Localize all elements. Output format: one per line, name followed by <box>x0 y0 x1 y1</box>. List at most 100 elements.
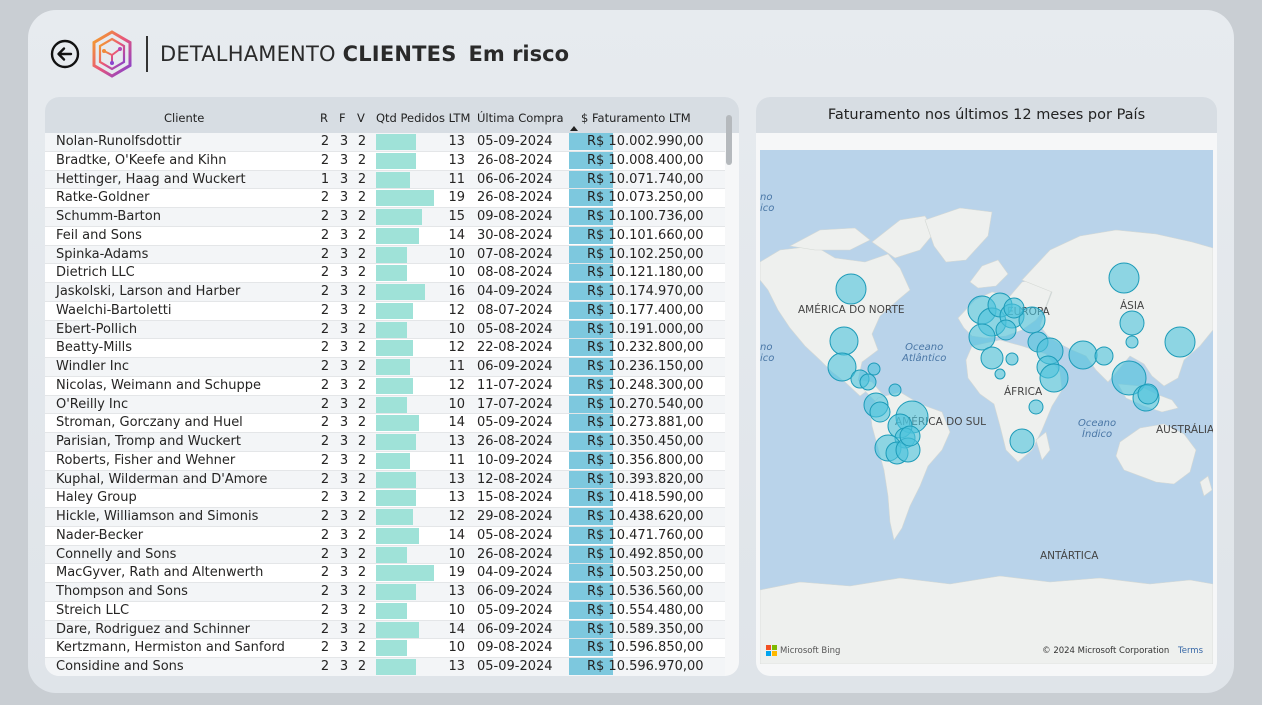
cell-ultima-compra: 22-08-2024 <box>477 340 553 356</box>
cell-v: 2 <box>357 434 367 449</box>
cell-v: 2 <box>357 152 367 168</box>
cell-faturamento: R$ 10.471.760,00 <box>587 527 704 543</box>
table-row[interactable]: MacGyver, Rath and Altenwerth 2 3 2 19 04-09-… <box>45 564 725 583</box>
copyright-text: © 2024 Microsoft Corporation <box>1042 646 1170 656</box>
cell-f: 3 <box>339 659 349 674</box>
table-row[interactable]: Feil and Sons 2 3 2 14 30-08-2024 R$ 10.101.66… <box>45 226 725 246</box>
cell-qtd: 14 <box>448 227 465 243</box>
table-row[interactable]: Nader-Becker 2 3 2 14 05-08-2024 R$ 10.471.760… <box>45 526 725 546</box>
country-bubble[interactable] <box>1039 363 1069 393</box>
cell-ultima-compra: 26-08-2024 <box>477 190 553 206</box>
cell-qtd: 13 <box>448 471 465 487</box>
country-bubble[interactable] <box>1164 326 1196 358</box>
cell-f: 3 <box>339 584 349 599</box>
cell-ultima-compra: 09-08-2024 <box>477 640 553 656</box>
cell-qtd: 13 <box>448 434 465 449</box>
country-bubble[interactable] <box>835 273 867 305</box>
country-bubble[interactable] <box>1094 346 1114 366</box>
table-row[interactable]: Ebert-Pollich 2 3 2 10 05-08-2024 R$ 10.191.00… <box>45 320 725 340</box>
cell-v: 2 <box>357 302 367 318</box>
country-bubble[interactable] <box>1108 262 1140 294</box>
country-bubble[interactable] <box>1003 297 1025 319</box>
table-row[interactable]: Haley Group 2 3 2 13 15-08-2024 R$ 10.418.590,… <box>45 489 725 508</box>
col-header-f[interactable]: F <box>339 111 346 125</box>
country-bubble[interactable] <box>1125 335 1139 349</box>
cell-faturamento: R$ 10.174.970,00 <box>587 284 704 299</box>
country-bubble[interactable] <box>1137 383 1159 405</box>
cell-qtd: 11 <box>448 359 465 374</box>
table-row[interactable]: Nolan-Runolfsdottir 2 3 2 13 05-09-2024 R$ 10.… <box>45 133 725 152</box>
country-bubble[interactable] <box>829 326 859 356</box>
country-bubble[interactable] <box>994 368 1006 380</box>
country-bubble[interactable] <box>995 319 1017 341</box>
cell-f: 3 <box>339 227 349 243</box>
cell-qtd: 19 <box>448 565 465 581</box>
country-bubble[interactable] <box>968 323 996 351</box>
table-row[interactable]: Considine and Sons 2 3 2 13 05-09-2024 R$ 10.5… <box>45 658 725 676</box>
table-row[interactable]: Stroman, Gorczany and Huel 2 3 2 14 05-09-202… <box>45 414 725 433</box>
country-bubble[interactable] <box>1028 399 1044 415</box>
table-row[interactable]: O'Reilly Inc 2 3 2 10 17-07-2024 R$ 10.270.540… <box>45 395 725 415</box>
table-row[interactable]: Nicolas, Weimann and Schuppe 2 3 2 12 11-07-2… <box>45 376 725 396</box>
table-row[interactable]: Bradtke, O'Keefe and Kihn 2 3 2 13 26-08-2024… <box>45 151 725 171</box>
table-row[interactable]: Jaskolski, Larson and Harber 2 3 2 16 04-09-2… <box>45 283 725 302</box>
table-row[interactable]: Streich LLC 2 3 2 10 05-09-2024 R$ 10.554.480,… <box>45 601 725 621</box>
cell-cliente: Kuphal, Wilderman and D'Amore <box>56 471 268 487</box>
country-bubble[interactable] <box>1005 352 1019 366</box>
cell-cliente: Nolan-Runolfsdottir <box>56 134 182 149</box>
cell-v: 2 <box>357 584 367 599</box>
country-bubble[interactable] <box>1009 428 1035 454</box>
cell-cliente: Schumm-Barton <box>56 209 161 224</box>
table-row[interactable]: Connelly and Sons 2 3 2 10 26-08-2024 R$ 10.49… <box>45 545 725 565</box>
sort-ascending-icon[interactable] <box>570 126 578 131</box>
cell-faturamento: R$ 10.232.800,00 <box>587 340 704 356</box>
table-row[interactable]: Spinka-Adams 2 3 2 10 07-08-2024 R$ 10.102.250… <box>45 245 725 265</box>
map-panel: Faturamento nos últimos 12 meses por Paí… <box>756 97 1217 676</box>
table-row[interactable]: Beatty-Mills 2 3 2 12 22-08-2024 R$ 10.232.800… <box>45 339 725 358</box>
col-header-ultima-compra[interactable]: Última Compra <box>477 111 564 125</box>
microsoft-logo-icon <box>766 645 777 656</box>
country-bubble[interactable] <box>867 362 881 376</box>
table-row[interactable]: Hettinger, Haag and Wuckert 1 3 2 11 06-06-20… <box>45 170 725 190</box>
table-row[interactable]: Schumm-Barton 2 3 2 15 09-08-2024 R$ 10.100.73… <box>45 208 725 227</box>
table-row[interactable]: Kertzmann, Hermiston and Sanford 2 3 2 10 09-… <box>45 639 725 658</box>
bubble-map[interactable]: AMÉRICA DO NORTE AMÉRICA DO SUL EUROPA Á… <box>760 150 1213 664</box>
col-header-qtd[interactable]: Qtd Pedidos LTM <box>376 111 470 125</box>
table-row[interactable]: Waelchi-Bartoletti 2 3 2 12 08-07-2024 R$ 10.1… <box>45 301 725 321</box>
table-row[interactable]: Hickle, Williamson and Simonis 2 3 2 12 29-08… <box>45 508 725 527</box>
table-row[interactable]: Windler Inc 2 3 2 11 06-09-2024 R$ 10.236.150,… <box>45 358 725 377</box>
col-header-r[interactable]: R <box>320 111 328 125</box>
table-row[interactable]: Roberts, Fisher and Wehner 2 3 2 11 10-09-202… <box>45 451 725 471</box>
table-scrollbar[interactable] <box>726 115 732 165</box>
cell-faturamento: R$ 10.438.620,00 <box>587 509 704 524</box>
col-header-v[interactable]: V <box>357 111 365 125</box>
table-row[interactable]: Thompson and Sons 2 3 2 13 06-09-2024 R$ 10.53… <box>45 583 725 602</box>
cell-faturamento: R$ 10.002.990,00 <box>587 134 704 149</box>
table-row[interactable]: Kuphal, Wilderman and D'Amore 2 3 2 13 12-08-… <box>45 470 725 490</box>
terms-link[interactable]: Terms <box>1178 646 1203 656</box>
country-bubble[interactable] <box>888 383 902 397</box>
cell-v: 2 <box>357 265 367 281</box>
table-row[interactable]: Dietrich LLC 2 3 2 10 08-08-2024 R$ 10.121.180… <box>45 264 725 283</box>
cell-ultima-compra: 09-08-2024 <box>477 209 553 224</box>
qtd-databar <box>376 209 422 225</box>
country-bubble[interactable] <box>869 401 891 423</box>
map-copyright: © 2024 Microsoft Corporation Terms <box>1042 646 1203 656</box>
country-bubble[interactable] <box>1068 340 1098 370</box>
table-row[interactable]: Ratke-Goldner 2 3 2 19 26-08-2024 R$ 10.073.25… <box>45 189 725 208</box>
country-bubble[interactable] <box>980 346 1004 370</box>
cell-v: 2 <box>357 621 367 637</box>
cell-faturamento: R$ 10.236.150,00 <box>587 359 704 374</box>
col-header-faturamento[interactable]: $ Faturamento LTM <box>581 111 691 125</box>
country-bubble[interactable] <box>1119 310 1145 336</box>
country-bubble[interactable] <box>899 425 921 447</box>
table-row[interactable]: Dare, Rodriguez and Schinner 2 3 2 14 06-09-2… <box>45 620 725 640</box>
cell-r: 2 <box>320 265 330 281</box>
country-bubble[interactable] <box>859 373 877 391</box>
qtd-databar <box>376 434 416 450</box>
col-header-cliente[interactable]: Cliente <box>164 111 204 125</box>
qtd-databar <box>376 621 419 638</box>
table-row[interactable]: Parisian, Tromp and Wuckert 2 3 2 13 26-08-20… <box>45 433 725 452</box>
back-arrow-circle-icon[interactable] <box>50 39 80 69</box>
cell-faturamento: R$ 10.596.970,00 <box>587 659 704 674</box>
